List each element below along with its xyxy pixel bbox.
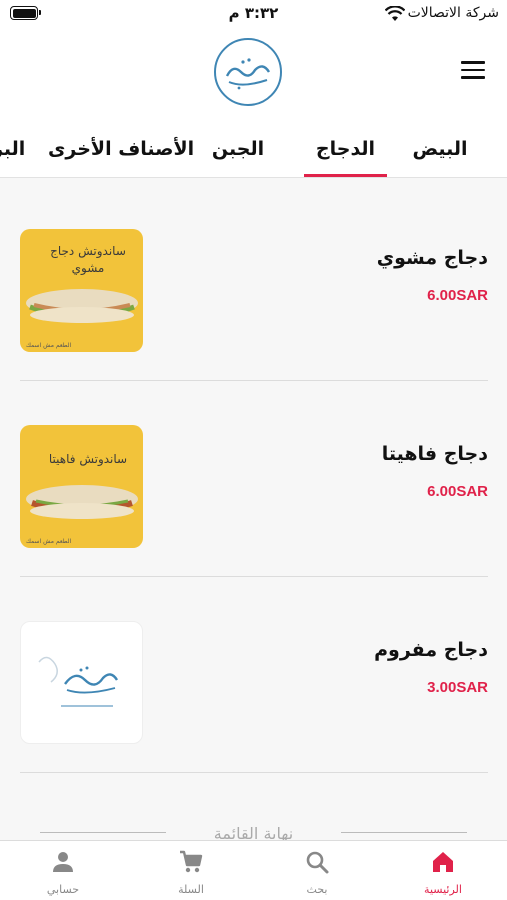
product-image: ساندوتش فاهيتا الطعم مش اسمك [20,425,143,548]
product-title: دجاج مفروم [374,639,488,661]
tab-eggs[interactable]: البيض [400,120,480,177]
nav-label: حسابي [46,883,80,896]
nav-label: الرئيسية [424,883,462,896]
tab-wheat[interactable]: البر [0,120,25,177]
search-icon [306,851,329,874]
product-title: دجاج فاهيتا [381,443,488,465]
product-image [20,621,143,744]
hamburger-menu-icon[interactable] [461,61,485,81]
product-list: ساندوتش دجاج مشوي الطعم مش اسمك دجاج مشو… [20,185,488,773]
nav-label: بحث [306,883,328,896]
bottom-navigation: الرئيسية بحث السلة حسابي [0,840,507,900]
sandwich-illustration: الطعم مش اسمك [26,485,138,545]
wifi-icon [385,6,405,21]
tab-cheese[interactable]: الجبن [206,120,270,177]
product-price: 6.00SAR [427,287,488,304]
product-price: 6.00SAR [427,483,488,500]
product-price: 3.00SAR [427,679,488,696]
app-header [0,28,507,120]
svg-text:الطعم مش اسمك: الطعم مش اسمك [26,342,72,349]
nav-label: السلة [178,883,204,896]
list-item[interactable]: ساندوتش دجاج مشوي الطعم مش اسمك دجاج مشو… [20,185,488,381]
sandwich-illustration: الطعم مش اسمك [26,289,138,349]
carrier-name: شركة الاتصالات [407,5,499,21]
tab-other-items[interactable]: الأصناف الأخرى [48,120,194,177]
nav-home[interactable]: الرئيسية [380,841,506,900]
status-bar: ٣:٣٢ م شركة الاتصالات [0,0,507,28]
nav-cart[interactable]: السلة [128,841,254,900]
logo-mark [225,58,271,90]
category-tabs: البيض الدجاج الجبن الأصناف الأخرى البر [0,120,507,178]
cart-icon [180,850,203,873]
list-item[interactable]: ساندوتش فاهيتا الطعم مش اسمك دجاج فاهيتا… [20,381,488,577]
nav-search[interactable]: بحث [254,841,380,900]
person-icon [53,852,73,872]
home-icon [433,852,453,872]
product-title: دجاج مشوي [376,247,488,269]
nav-account[interactable]: حسابي [0,841,126,900]
brand-logo [214,38,282,106]
logo-placeholder-illustration [38,656,119,707]
svg-text:الطعم مش اسمك: الطعم مش اسمك [26,538,72,545]
product-image: ساندوتش دجاج مشوي الطعم مش اسمك [20,229,143,352]
list-item[interactable]: دجاج مفروم 3.00SAR [20,577,488,773]
tab-chicken[interactable]: الدجاج [304,120,387,177]
